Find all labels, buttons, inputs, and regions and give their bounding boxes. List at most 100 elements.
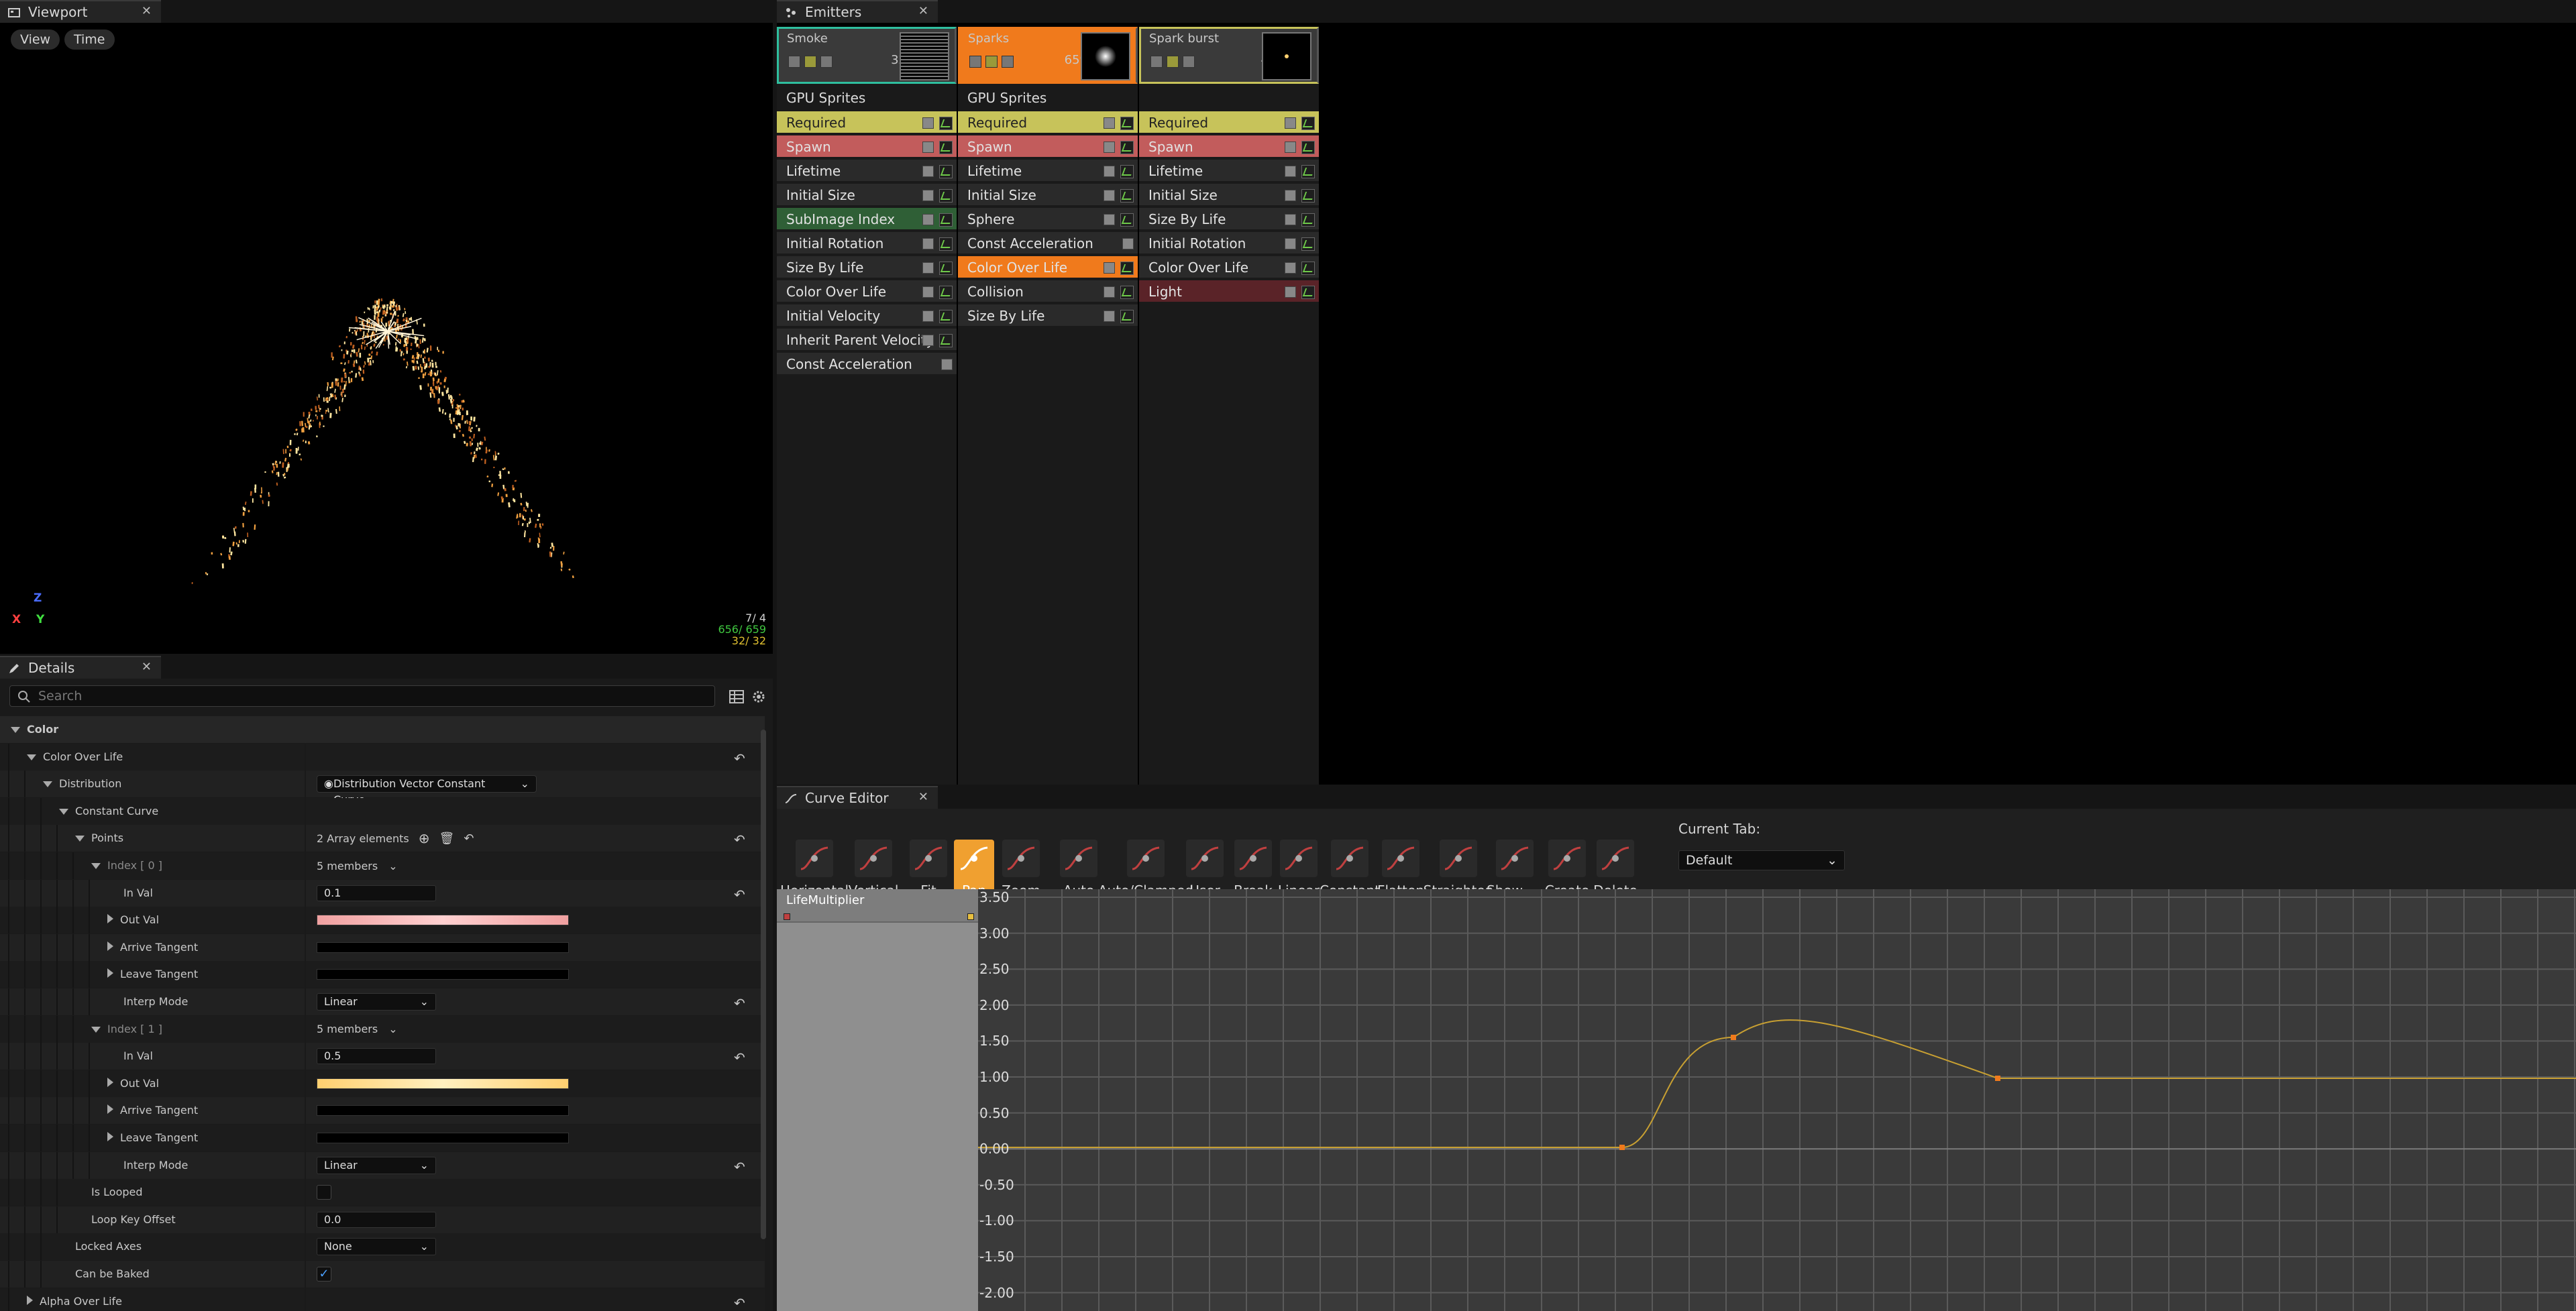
module-enable-checkbox[interactable] (1285, 166, 1296, 177)
curve-graph-icon[interactable] (1120, 141, 1134, 154)
curve-graph-icon[interactable] (939, 237, 953, 251)
reset-to-default-icon[interactable]: ↶ (734, 1295, 745, 1311)
property-row[interactable]: Leave Tangent (0, 1125, 765, 1151)
module-item[interactable]: Color Over Life (958, 256, 1138, 279)
reset-to-default-icon[interactable]: ↶ (734, 1049, 745, 1066)
expand-arrow-icon[interactable] (107, 1132, 113, 1141)
expand-arrow-icon[interactable] (107, 914, 113, 924)
curve-graph-icon[interactable] (939, 213, 953, 227)
column-divider[interactable] (305, 743, 306, 771)
module-enable-checkbox[interactable] (922, 286, 934, 298)
column-divider[interactable] (305, 1261, 306, 1288)
module-item[interactable]: Lifetime (1139, 160, 1319, 182)
property-row[interactable]: Index [ 0 ] 5 members ⌄ (0, 852, 765, 879)
curve-graph-icon[interactable] (939, 141, 953, 154)
collapse-arrow-icon[interactable] (11, 727, 20, 733)
column-divider[interactable] (305, 1288, 306, 1311)
module-item[interactable]: Initial Size (1139, 184, 1319, 207)
curve-graph-canvas[interactable] (978, 889, 2576, 1311)
module-enable-checkbox[interactable] (1104, 286, 1115, 298)
solo-toggle-icon[interactable] (804, 56, 816, 68)
module-item[interactable]: Initial Velocity (777, 304, 957, 327)
module-enable-checkbox[interactable] (1104, 166, 1115, 177)
column-divider[interactable] (305, 797, 306, 825)
chevron-down-icon[interactable]: ⌄ (388, 1023, 397, 1035)
curve-graph-icon[interactable] (939, 286, 953, 299)
module-enable-checkbox[interactable] (941, 359, 953, 370)
module-enable-checkbox[interactable] (922, 335, 934, 346)
module-item[interactable]: Lifetime (958, 160, 1138, 182)
column-divider[interactable] (305, 825, 306, 852)
curve-graph-icon[interactable] (939, 189, 953, 203)
interp-dropdown[interactable]: Linear ⌄ (317, 1156, 436, 1174)
curve-graph-icon[interactable] (1301, 286, 1315, 299)
module-item[interactable]: Sphere (958, 208, 1138, 231)
collapse-arrow-icon[interactable] (91, 1026, 101, 1033)
emitter-type-data[interactable] (1139, 86, 1319, 110)
column-divider[interactable] (305, 852, 306, 879)
collapse-arrow-icon[interactable] (43, 781, 52, 788)
reset-to-default-icon[interactable]: ↶ (734, 832, 745, 848)
module-enable-checkbox[interactable] (922, 117, 934, 129)
curve-graph-icon[interactable] (939, 165, 953, 178)
column-divider[interactable] (305, 1070, 306, 1097)
column-divider[interactable] (305, 1233, 306, 1261)
module-enable-checkbox[interactable] (1285, 117, 1296, 129)
expand-arrow-icon[interactable] (107, 968, 113, 978)
module-item[interactable]: Size By Life (958, 304, 1138, 327)
reset-icon[interactable]: ↶ (464, 832, 474, 846)
module-enable-checkbox[interactable] (922, 190, 934, 201)
enable-toggle-icon[interactable] (969, 56, 981, 68)
curve-key-point[interactable] (1619, 1145, 1625, 1150)
property-row[interactable]: Constant Curve (0, 797, 765, 825)
curve-graph-icon[interactable] (1120, 262, 1134, 275)
property-row[interactable]: Leave Tangent (0, 961, 765, 988)
emitter-header[interactable]: Smoke 32 (777, 27, 957, 84)
module-enable-checkbox[interactable] (1104, 214, 1115, 225)
module-item[interactable]: Color Over Life (777, 280, 957, 303)
curve-graph-icon[interactable] (1120, 189, 1134, 203)
module-item[interactable]: Required (777, 111, 957, 134)
distribution-dropdown[interactable]: ◉Distribution Vector Constant Curve ⌄ (317, 775, 537, 806)
module-enable-checkbox[interactable] (1285, 262, 1296, 274)
module-item[interactable]: Size By Life (1139, 208, 1319, 231)
curve-graph-icon[interactable] (1301, 117, 1315, 130)
module-enable-checkbox[interactable] (1104, 117, 1115, 129)
module-enable-checkbox[interactable] (1285, 238, 1296, 249)
property-row[interactable]: Distribution ◉ Distribution Vector Constan… (0, 771, 765, 806)
module-enable-checkbox[interactable] (1104, 262, 1115, 274)
module-enable-checkbox[interactable] (922, 262, 934, 274)
module-item[interactable]: Inherit Parent Velocity (777, 329, 957, 351)
enable-toggle-icon[interactable] (1150, 56, 1163, 68)
emitter-type-data[interactable]: GPU Sprites (958, 86, 1138, 110)
column-divider[interactable] (305, 1043, 306, 1070)
curve-graph-icon[interactable] (939, 262, 953, 275)
tab-details[interactable]: Details ✕ (0, 656, 161, 679)
enable-toggle-icon[interactable] (788, 56, 800, 68)
module-item[interactable]: Required (1139, 111, 1319, 134)
color-swatch[interactable] (317, 969, 569, 980)
property-row[interactable]: In Val 0.1 ↶ (0, 879, 765, 907)
curve-line[interactable] (978, 1019, 2576, 1148)
add-element-icon[interactable]: ⊕ (419, 830, 430, 846)
emitter-column[interactable]: Sparks 659 GPU Sprites Required Spawn Lifetim… (958, 27, 1138, 785)
trash-icon[interactable]: 🗑 (439, 832, 455, 846)
tab-viewport[interactable]: Viewport ✕ (0, 0, 161, 23)
module-item[interactable]: Const Acceleration (777, 353, 957, 376)
curve-graph-icon[interactable] (1301, 189, 1315, 203)
collapse-arrow-icon[interactable] (27, 754, 36, 760)
module-enable-checkbox[interactable] (922, 238, 934, 249)
reset-to-default-icon[interactable]: ↶ (734, 750, 745, 766)
property-row[interactable]: Interp Mode Linear ⌄ ↶ (0, 1151, 765, 1179)
color-swatch[interactable] (317, 942, 569, 953)
number-field[interactable]: 0.0 (317, 1211, 436, 1228)
curve-list-item[interactable]: LifeMultiplier (777, 889, 978, 923)
column-divider[interactable] (305, 907, 306, 934)
module-enable-checkbox[interactable] (1104, 190, 1115, 201)
module-enable-checkbox[interactable] (922, 310, 934, 322)
module-item[interactable]: Spawn (777, 135, 957, 158)
module-enable-checkbox[interactable] (1122, 238, 1134, 249)
module-enable-checkbox[interactable] (1285, 190, 1296, 201)
close-icon[interactable]: ✕ (142, 4, 152, 18)
tab-curve-editor[interactable]: Curve Editor ✕ (777, 786, 938, 809)
